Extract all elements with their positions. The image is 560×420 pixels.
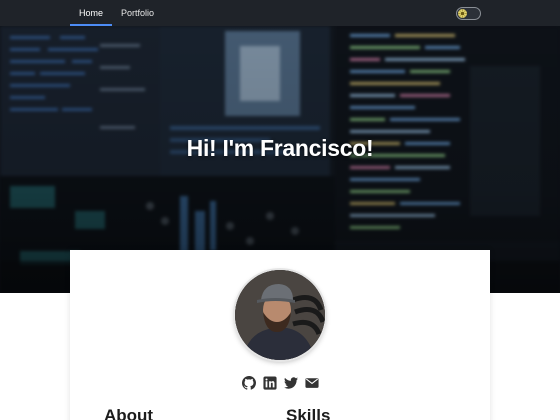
- about-heading: About: [104, 406, 154, 420]
- linkedin-icon[interactable]: [262, 375, 277, 390]
- github-icon[interactable]: [241, 375, 256, 390]
- nav-home-link[interactable]: Home: [70, 0, 113, 26]
- skills-heading: Skills: [286, 406, 331, 420]
- nav-portfolio-link[interactable]: Portfolio: [112, 0, 163, 26]
- navbar: Home Portfolio: [0, 0, 560, 26]
- social-links: [70, 375, 490, 390]
- theme-toggle[interactable]: [456, 7, 481, 20]
- avatar: [235, 270, 325, 360]
- profile-card: About Skills: [70, 250, 490, 420]
- profile-photo: [235, 270, 325, 360]
- twitter-icon[interactable]: [283, 375, 298, 390]
- sun-icon: [458, 9, 467, 18]
- hero-title: Hi! I'm Francisco!: [186, 135, 374, 161]
- email-icon[interactable]: [304, 375, 319, 390]
